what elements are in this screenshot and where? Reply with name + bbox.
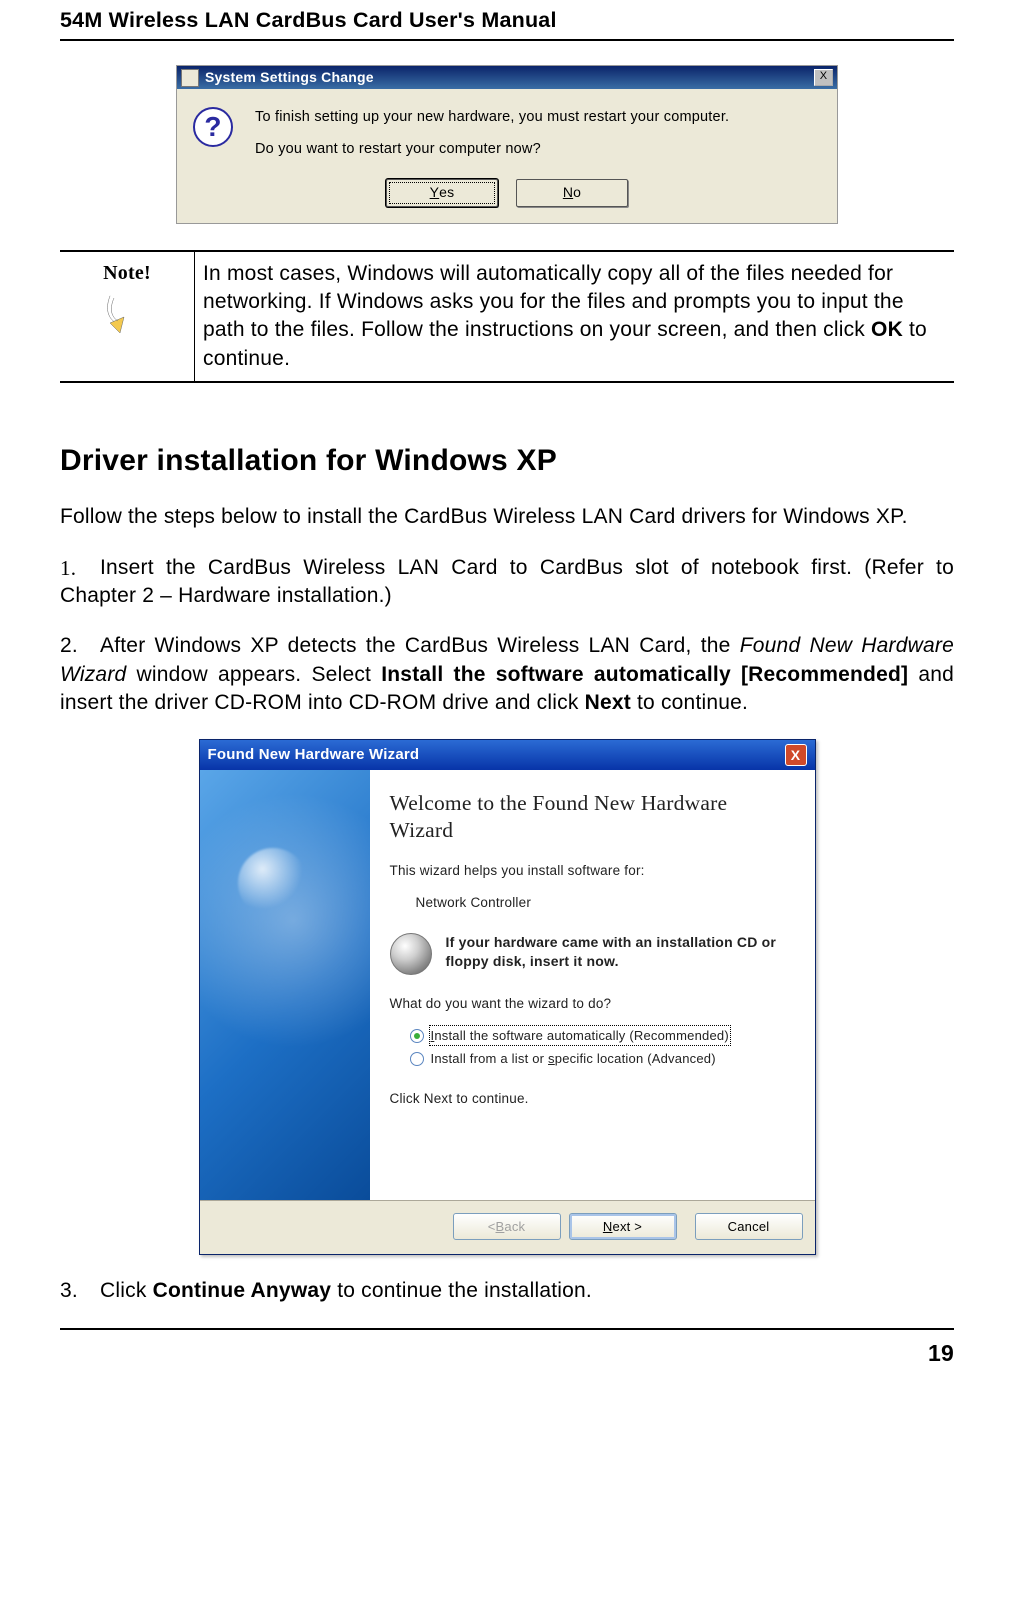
step-1-text: Insert the CardBus Wireless LAN Card to … [60, 556, 954, 607]
wizard-question: What do you want the wizard to do? [390, 995, 795, 1013]
dialog-message: To finish setting up your new hardware, … [255, 107, 729, 161]
header-divider [60, 39, 954, 41]
dialog-titlebar: System Settings Change X [177, 66, 837, 89]
page-header: 54M Wireless LAN CardBus Card User's Man… [60, 0, 954, 35]
close-icon[interactable]: X [785, 744, 807, 766]
note-callout: Note! In most cases, Windows will automa… [60, 250, 954, 383]
wizard-cd-instruction: If your hardware came with an installati… [446, 933, 795, 971]
radio-icon [410, 1052, 424, 1066]
close-icon[interactable]: X [814, 69, 833, 86]
note-label: Note! [68, 260, 186, 287]
found-new-hardware-wizard-figure: Found New Hardware Wizard X Welcome to t… [199, 739, 816, 1255]
step-3-number: 3. [60, 1277, 100, 1305]
no-button[interactable]: No [516, 179, 628, 207]
dialog-message-line2: Do you want to restart your computer now… [255, 139, 729, 161]
wizard-device-name: Network Controller [416, 894, 795, 912]
radio-icon [410, 1029, 424, 1043]
dialog-message-line1: To finish setting up your new hardware, … [255, 107, 729, 129]
step-1: 1.Insert the CardBus Wireless LAN Card t… [60, 554, 954, 611]
radio-install-automatically[interactable]: Install the software automatically (Reco… [410, 1027, 795, 1045]
dialog-titlebar-icon [181, 69, 199, 87]
step-3-text: Click Continue Anyway to continue the in… [100, 1279, 592, 1302]
cd-icon [390, 933, 432, 975]
step-2-number: 2. [60, 632, 100, 660]
next-button[interactable]: Next > [569, 1213, 677, 1240]
wizard-title: Found New Hardware Wizard [208, 745, 785, 765]
footer-divider [60, 1328, 954, 1330]
step-2-text: After Windows XP detects the CardBus Wir… [60, 634, 954, 714]
wizard-next-hint: Click Next to continue. [390, 1090, 795, 1108]
system-settings-dialog-figure: System Settings Change X ? To finish set… [176, 65, 838, 224]
dialog-title: System Settings Change [205, 68, 814, 87]
note-text-pre: In most cases, Windows will automaticall… [203, 262, 904, 342]
wizard-side-graphic [200, 770, 370, 1200]
wizard-help-line: This wizard helps you install software f… [390, 862, 795, 880]
yes-button[interactable]: Yes [386, 179, 498, 207]
wizard-titlebar: Found New Hardware Wizard X [200, 740, 815, 770]
page-number: 19 [60, 1338, 954, 1383]
option-label: Install the software automatically (Reco… [431, 1027, 729, 1045]
step-2: 2.After Windows XP detects the CardBus W… [60, 632, 954, 717]
section-heading: Driver installation for Windows XP [60, 441, 954, 482]
step-1-number: 1. [60, 554, 100, 582]
cancel-button[interactable]: Cancel [695, 1213, 803, 1240]
question-icon: ? [193, 107, 233, 147]
radio-install-from-list[interactable]: Install from a list or specific location… [410, 1050, 795, 1068]
section-intro: Follow the steps below to install the Ca… [60, 503, 954, 531]
wizard-heading: Welcome to the Found New Hardware Wizard [390, 790, 795, 844]
option-label: Install from a list or specific location… [431, 1050, 716, 1068]
back-button: < Back [453, 1213, 561, 1240]
step-3: 3.Click Continue Anyway to continue the … [60, 1277, 954, 1305]
note-text-bold: OK [871, 318, 903, 341]
note-arrow-icon [104, 293, 150, 333]
